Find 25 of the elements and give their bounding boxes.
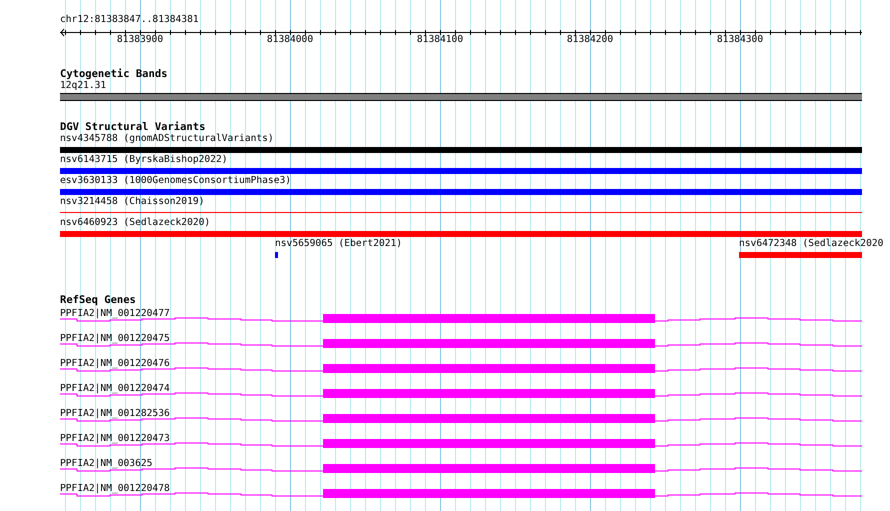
ruler-tick-label: 81384100 — [416, 34, 464, 46]
gene-label: PPFIA2|NM_001220474 — [60, 383, 170, 395]
gene-label: PPFIA2|NM_001282536 — [60, 408, 170, 420]
variant-label: nsv6143715 (ByrskaBishop2022) — [60, 154, 228, 166]
track-title: RefSeq Genes — [60, 294, 136, 306]
cytoband-label: 12q21.31 — [60, 80, 106, 92]
gene-label: PPFIA2|NM_001220477 — [60, 308, 170, 320]
gene-label: PPFIA2|NM_001220478 — [60, 483, 170, 495]
gene-label: PPFIA2|NM_001220475 — [60, 333, 170, 345]
ruler-tick-label: 81384300 — [716, 34, 764, 46]
variant-label: esv3630133 (1000GenomesConsortiumPhase3) — [60, 175, 292, 187]
ruler-tick-label: 81384200 — [566, 34, 614, 46]
gene-label: PPFIA2|NM_001220473 — [60, 433, 170, 445]
gene-label: PPFIA2|NM_003625 — [60, 458, 152, 470]
track-title: Cytogenetic Bands — [60, 68, 168, 80]
location-label: chr12:81383847..81384381 — [60, 14, 199, 26]
variant-label: nsv6460923 (Sedlazeck2020) — [60, 217, 210, 229]
variant-label: nsv6472348 (Sedlazeck2020 — [739, 238, 884, 250]
track-title: DGV Structural Variants — [60, 121, 206, 133]
variant-label: nsv4345788 (gnomADStructuralVariants) — [60, 133, 274, 145]
variant-label: nsv5659065 (Ebert2021) — [275, 238, 402, 250]
variant-label: nsv3214458 (Chaisson2019) — [60, 196, 204, 208]
gene-label: PPFIA2|NM_001220476 — [60, 358, 170, 370]
ruler-tick-label: 81383900 — [116, 34, 164, 46]
ruler-tick-label: 81384000 — [266, 34, 314, 46]
